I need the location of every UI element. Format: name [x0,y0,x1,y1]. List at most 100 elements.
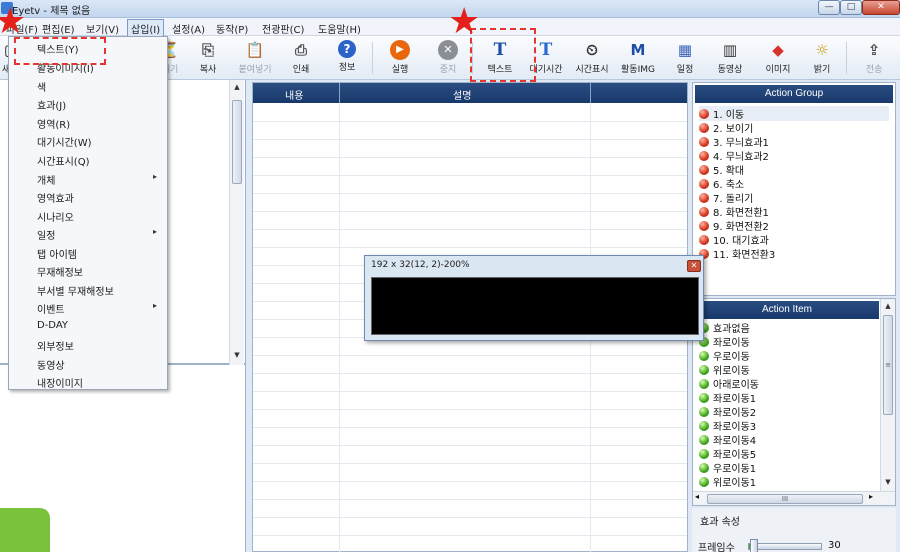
column-divider [590,83,591,103]
action-group-item[interactable]: 3. 무늬효과1 [699,134,769,149]
printer-icon: ⎙ [294,41,307,59]
video-icon: ▥ [722,41,738,59]
action-item[interactable]: 아래로이동 [699,376,759,391]
paste-button[interactable]: 📋 붙여넣기 [230,38,280,78]
menu-item-scenario[interactable]: 시나리오 [37,209,74,224]
action-group-item[interactable]: 1. 이동 [699,106,889,121]
schedule-button[interactable]: ▦ 일정 [664,38,706,78]
toolbar-separator [372,42,373,74]
action-item-horizontal-scrollbar[interactable]: ◂ III ▸ [693,491,895,505]
motion-img-button[interactable]: M 활동IMG [616,38,660,78]
menu-item-effect[interactable]: 효과(J) [37,97,66,112]
frame-count-slider[interactable] [748,543,822,550]
grid-row-line [253,535,687,536]
scroll-thumb[interactable] [232,100,242,184]
menu-item-video[interactable]: 동영상 [37,357,65,372]
grid-row-line [253,139,687,140]
menu-board[interactable]: 전광판(C) [262,21,304,36]
menu-item-time-display[interactable]: 시간표시(Q) [37,153,89,168]
send-button[interactable]: ⇪ 전송 [852,38,896,78]
action-group-item[interactable]: 2. 보이기 [699,120,753,135]
action-item[interactable]: 좌로이동 [699,334,750,349]
brightness-button[interactable]: ☼ 밝기 [800,38,844,78]
submenu-arrow-icon: ▸ [153,301,158,310]
status-green-block [0,508,50,552]
grid-row-line [253,121,687,122]
menu-settings[interactable]: 설정(A) [172,21,205,36]
scroll-thumb[interactable]: III [707,494,863,504]
green-ball-icon [699,379,709,389]
scroll-right-arrow[interactable]: ▸ [869,492,873,501]
motion-img-icon: M [630,41,646,59]
action-item[interactable]: 좌로이동4 [699,432,756,447]
action-group-item[interactable]: 6. 축소 [699,176,744,191]
action-item[interactable]: 좌로이동5 [699,446,756,461]
maximize-button[interactable]: □ [840,0,862,15]
scroll-thumb[interactable]: ≡ [883,315,893,415]
action-item[interactable]: 좌로이동3 [699,418,756,433]
scroll-up-arrow[interactable]: ▲ [230,80,244,94]
menu-item-schedule[interactable]: 일정 [37,227,55,242]
action-item[interactable]: 우로이동 [699,348,750,363]
stop-button[interactable]: ✕ 중지 [426,38,470,78]
grid-header: 내용 설명 [253,83,687,103]
brightness-icon: ☼ [815,41,829,59]
scroll-up-arrow[interactable]: ▲ [881,299,895,313]
minimize-button[interactable]: — [818,0,840,15]
menu-item-object[interactable]: 개체 [37,172,55,187]
run-button[interactable]: ▶ 실행 [378,38,422,78]
video-button[interactable]: ▥ 동영상 [708,38,752,78]
close-button[interactable]: ✕ [862,0,900,15]
action-item[interactable]: 좌로이동1 [699,390,756,405]
slider-thumb[interactable] [750,539,758,552]
menu-help[interactable]: 도움말(H) [318,21,361,36]
action-group-item[interactable]: 11. 화면전환3 [699,246,775,261]
menu-item-tab-item[interactable]: 탭 아이템 [37,246,77,261]
send-icon: ⇪ [867,41,881,59]
scroll-down-arrow[interactable]: ▼ [230,348,244,362]
action-group-item[interactable]: 5. 확대 [699,162,744,177]
menu-item-event[interactable]: 이벤트 [37,301,65,316]
copy-icon: ⎘ [201,41,214,59]
menu-item-safety-info[interactable]: 무재해정보 [37,264,83,279]
action-group-item[interactable]: 8. 화면전환1 [699,204,769,219]
copy-button[interactable]: ⎘ 복사 [188,38,228,78]
column-header-content[interactable]: 내용 [285,87,303,102]
menu-item-builtin-image[interactable]: 내장이미지 [37,375,83,390]
image-button[interactable]: ◆ 이미지 [756,38,800,78]
action-group-item[interactable]: 4. 무늬효과2 [699,148,769,163]
menu-edit[interactable]: 편집(E) [42,21,75,36]
menu-action[interactable]: 동작(P) [216,21,248,36]
time-display-button[interactable]: ⏲ 시간표시 [568,38,616,78]
scroll-left-arrow[interactable]: ◂ [695,492,699,501]
action-item[interactable]: 위로이동 [699,362,750,377]
action-item[interactable]: 우로이동1 [699,460,756,475]
action-item[interactable]: 좌로이동2 [699,404,756,419]
menu-item-d-day[interactable]: D-DAY [37,320,68,331]
menu-item-color[interactable]: 색 [37,79,46,94]
menu-item-area-effect[interactable]: 영역효과 [37,190,74,205]
action-group-panel: Action Group 1. 이동 2. 보이기 3. 무늬효과1 4. 무늬… [692,82,896,296]
column-header-description[interactable]: 설명 [453,87,471,102]
menu-item-area[interactable]: 영역(R) [37,116,70,131]
menu-item-external-info[interactable]: 외부정보 [37,338,74,353]
red-ball-icon [699,207,709,217]
menu-view[interactable]: 보기(V) [86,21,119,36]
preview-popup: 192 x 32(12, 2)-200% ✕ [364,255,704,341]
print-button[interactable]: ⎙ 인쇄 [280,38,322,78]
menu-item-wait-time[interactable]: 대기시간(W) [37,134,92,149]
submenu-arrow-icon: ▸ [153,172,158,181]
left-vertical-scrollbar[interactable]: ▲ ▼ [229,80,244,365]
info-button[interactable]: ? 정보 [326,38,368,78]
grid-row-line [253,175,687,176]
scroll-down-arrow[interactable]: ▼ [881,475,895,489]
action-group-item[interactable]: 9. 화면전환2 [699,218,769,233]
action-item[interactable]: 효과없음 [699,320,750,335]
action-group-item[interactable]: 7. 돌리기 [699,190,753,205]
action-group-item[interactable]: 10. 대기효과 [699,232,769,247]
menu-item-dept-safety-info[interactable]: 부서별 무재해정보 [37,283,114,298]
action-item-vertical-scrollbar[interactable]: ▲ ≡ ▼ [880,299,895,491]
action-item[interactable]: 위로이동1 [699,474,756,489]
green-ball-icon [699,463,709,473]
popup-close-button[interactable]: ✕ [687,260,701,272]
